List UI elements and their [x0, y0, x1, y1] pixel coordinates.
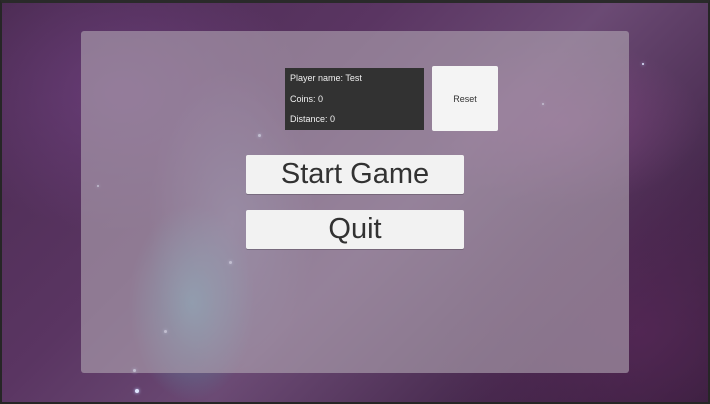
coins-text: Coins: 0 [290, 94, 324, 104]
background-star [642, 63, 644, 65]
background-star [135, 389, 139, 393]
start-game-button[interactable]: Start Game [246, 155, 464, 194]
reset-button[interactable]: Reset [432, 66, 498, 131]
player-info-box: Player name: Test Coins: 0 Distance: 0 [285, 68, 424, 130]
player-name-text: Player name: Test [290, 73, 362, 83]
quit-button[interactable]: Quit [246, 210, 464, 249]
distance-text: Distance: 0 [290, 114, 336, 124]
